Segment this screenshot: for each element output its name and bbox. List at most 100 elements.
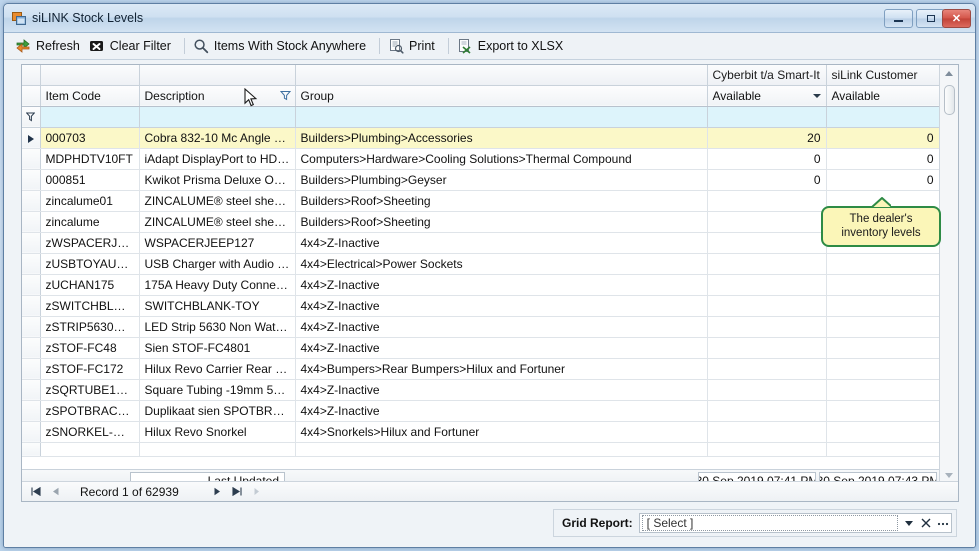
cell-group[interactable]: Builders>Roof>Sheeting (295, 190, 708, 212)
cell-silink-available[interactable]: 0 (826, 169, 940, 191)
nav-previous-button[interactable] (46, 483, 66, 501)
table-row[interactable]: zSTOF-FC48 Sien STOF-FC4801 4x4>Z-Inactive (22, 337, 940, 359)
cell-cyberbit-available[interactable] (707, 316, 827, 338)
cell-silink-available[interactable] (826, 400, 940, 422)
filter-funnel-icon[interactable] (279, 90, 291, 101)
table-row[interactable]: zSQRTUBE19-…Square Tubing -19mm 500 m…4x… (22, 379, 940, 401)
table-row[interactable]: zincalume ZINCALUME® steel sheetin… Builde… (22, 211, 940, 233)
grid-report-clear-button[interactable] (917, 514, 934, 532)
cell-description[interactable]: SWITCHBLANK-TOY (139, 295, 296, 317)
cell-group[interactable]: 4x4>Z-Inactive (295, 379, 708, 401)
cell-silink-available[interactable] (826, 337, 940, 359)
table-row[interactable]: MDPHDTV10FT iAdapt DisplayPort to HDMI … C… (22, 148, 940, 170)
cell-cyberbit-available[interactable]: 20 (707, 127, 827, 149)
cell-cyberbit-available[interactable] (707, 232, 827, 254)
cell-silink-available[interactable] (826, 379, 940, 401)
column-header-silink-available[interactable]: Available (826, 85, 940, 107)
refresh-button[interactable]: Refresh (13, 35, 87, 57)
table-row[interactable]: zSTOF-FC172 Hilux Revo Carrier Rear bum… 4… (22, 358, 940, 380)
cell-item-code[interactable]: zSTRIP5630NW (40, 316, 140, 338)
cell-silink-available[interactable] (826, 211, 940, 233)
cell-description[interactable]: Sien STOF-FC4801 (139, 337, 296, 359)
column-header-description[interactable]: Description (139, 85, 296, 107)
cell-description[interactable]: Square Tubing -19mm 500 m… (139, 379, 296, 401)
cell-description[interactable]: iAdapt DisplayPort to HDMI … (139, 148, 296, 170)
table-row[interactable]: zSTRIP5630NW LED Strip 5630 Non Waterpr… 4… (22, 316, 940, 338)
row-indicator[interactable] (22, 421, 41, 443)
print-button[interactable]: Print (386, 35, 442, 57)
stock-levels-grid[interactable]: Cyberbit t/a Smart-It siLink Customer It… (21, 64, 959, 502)
cell-silink-available[interactable] (826, 295, 940, 317)
cell-description[interactable]: LED Strip 5630 Non Waterpr… (139, 316, 296, 338)
cell-description[interactable]: Hilux Revo Snorkel (139, 421, 296, 443)
table-row[interactable]: zSPOTBRACKE…Duplikaat sien SPOTBRACKE…4x… (22, 400, 940, 422)
cell-group[interactable]: 4x4>Z-Inactive (295, 337, 708, 359)
cell-group[interactable]: 4x4>Z-Inactive (295, 295, 708, 317)
row-indicator[interactable] (22, 190, 41, 212)
cell-silink-available[interactable] (826, 274, 940, 296)
cell-description[interactable]: ZINCALUME® steel sheetin… (139, 211, 296, 233)
scroll-up-button[interactable] (940, 65, 958, 82)
cell-cyberbit-available[interactable] (707, 253, 827, 275)
cell-description[interactable]: Hilux Revo Carrier Rear bum… (139, 358, 296, 380)
cell-silink-available[interactable]: 0 (826, 127, 940, 149)
cell-group[interactable]: 4x4>Z-Inactive (295, 400, 708, 422)
cell-cyberbit-available[interactable] (707, 337, 827, 359)
cell-item-code[interactable]: zSNORKEL-REVO (40, 421, 140, 443)
filter-input-group[interactable] (295, 106, 708, 128)
chevron-down-icon[interactable] (812, 93, 821, 98)
row-indicator[interactable] (22, 400, 41, 422)
row-indicator[interactable] (22, 253, 41, 275)
nav-append-button[interactable] (247, 483, 267, 501)
cell-item-code[interactable]: zUSBTOYAUDIO (40, 253, 140, 275)
cell-cyberbit-available[interactable] (707, 295, 827, 317)
table-row[interactable]: zUCHAN175 175A Heavy Duty Connecto… 4x4>Z-… (22, 274, 940, 296)
column-header-item-code[interactable]: Item Code (40, 85, 140, 107)
row-indicator[interactable] (22, 169, 41, 191)
cell-silink-available[interactable] (826, 253, 940, 275)
cell-group[interactable]: 4x4>Z-Inactive (295, 232, 708, 254)
cell-item-code[interactable]: zSWITCHBLAN… (40, 295, 140, 317)
cell-item-code[interactable]: MDPHDTV10FT (40, 148, 140, 170)
cell-cyberbit-available[interactable] (707, 379, 827, 401)
cell-item-code[interactable]: 000851 (40, 169, 140, 191)
cell-group[interactable]: 4x4>Bumpers>Rear Bumpers>Hilux and Fortu… (295, 358, 708, 380)
row-indicator[interactable] (22, 127, 41, 149)
filter-input-silink[interactable] (826, 106, 940, 128)
cell-description[interactable]: Cobra 832-10 Mc Angle Valve (139, 127, 296, 149)
grid-report-more-button[interactable] (934, 514, 951, 532)
cell-group[interactable]: 4x4>Snorkels>Hilux and Fortuner (295, 421, 708, 443)
filter-input-description[interactable] (139, 106, 296, 128)
cell-description[interactable]: 175A Heavy Duty Connecto… (139, 274, 296, 296)
cell-description[interactable]: Duplikaat sien SPOTBRACKE… (139, 400, 296, 422)
row-indicator[interactable] (22, 358, 41, 380)
table-row[interactable]: zincalume01 ZINCALUME® steel sheetin… Buil… (22, 190, 940, 212)
cell-item-code[interactable]: zincalume01 (40, 190, 140, 212)
row-indicator[interactable] (22, 232, 41, 254)
grid-filter-row[interactable] (22, 106, 940, 128)
minimize-button[interactable] (884, 9, 913, 28)
cell-silink-available[interactable] (826, 421, 940, 443)
table-row[interactable]: 000703 Cobra 832-10 Mc Angle Valve Builder… (22, 127, 940, 149)
cell-silink-available[interactable] (826, 316, 940, 338)
band-header-cyberbit[interactable]: Cyberbit t/a Smart-It (707, 65, 827, 86)
nav-next-button[interactable] (207, 483, 227, 501)
cell-item-code[interactable]: 000703 (40, 127, 140, 149)
cell-silink-available[interactable]: 0 (826, 148, 940, 170)
nav-last-button[interactable] (227, 483, 247, 501)
export-to-xlsx-button[interactable]: Export to XLSX (455, 35, 570, 57)
cell-silink-available[interactable] (826, 358, 940, 380)
row-indicator[interactable] (22, 211, 41, 233)
cell-description[interactable]: USB Charger with Audio Port (139, 253, 296, 275)
scrollbar-thumb[interactable] (944, 85, 955, 115)
nav-first-button[interactable] (26, 483, 46, 501)
cell-item-code[interactable]: zUCHAN175 (40, 274, 140, 296)
cell-cyberbit-available[interactable] (707, 421, 827, 443)
table-row[interactable]: zUSBTOYAUDIO USB Charger with Audio Port 4… (22, 253, 940, 275)
close-button[interactable]: ✕ (942, 9, 971, 28)
cell-cyberbit-available[interactable]: 0 (707, 169, 827, 191)
row-indicator[interactable] (22, 148, 41, 170)
column-header-group[interactable]: Group (295, 85, 708, 107)
grid-report-combobox[interactable]: [ Select ] (638, 513, 952, 533)
cell-group[interactable]: 4x4>Z-Inactive (295, 274, 708, 296)
